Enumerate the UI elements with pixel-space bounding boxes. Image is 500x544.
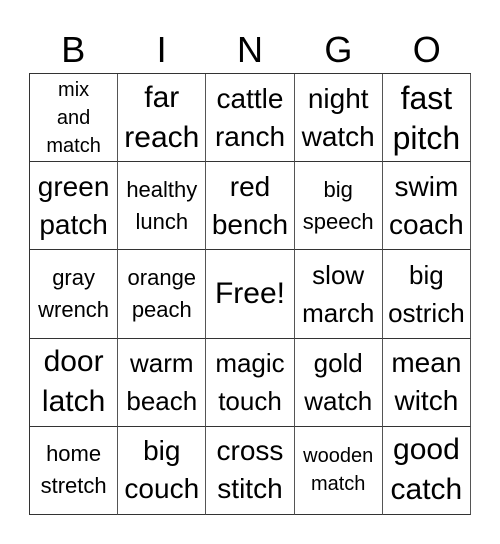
bingo-cell[interactable]: healthy lunch: [118, 162, 207, 251]
cell-text: door latch: [41, 345, 106, 419]
bingo-cell[interactable]: cross stitch: [206, 426, 295, 515]
bingo-cell[interactable]: gold watch: [294, 338, 383, 427]
bingo-cell[interactable]: big ostrich: [382, 250, 471, 339]
cell-text: green patch: [37, 170, 110, 240]
cell-text: fast pitch: [392, 79, 461, 156]
bingo-cell[interactable]: big couch: [118, 426, 207, 515]
cell-text: Free!: [214, 276, 285, 310]
cell-text: healthy lunch: [126, 176, 198, 234]
free-space-cell[interactable]: Free!: [206, 250, 295, 339]
cell-text: magic touch: [215, 348, 285, 417]
cell-text: big ostrich: [388, 259, 465, 328]
bingo-cell[interactable]: magic touch: [206, 338, 295, 427]
bingo-cell[interactable]: door latch: [30, 338, 119, 427]
bingo-cell[interactable]: slow march: [294, 250, 383, 339]
bingo-cell[interactable]: good catch: [382, 426, 471, 515]
bingo-cell[interactable]: green patch: [30, 162, 119, 251]
cell-text: night watch: [301, 82, 375, 152]
header-letter-b: B: [61, 29, 86, 70]
cell-text: swim coach: [389, 170, 464, 240]
bingo-cell[interactable]: mean witch: [382, 338, 471, 427]
bingo-cell[interactable]: far reach: [118, 74, 207, 163]
bingo-cell[interactable]: swim coach: [382, 162, 471, 251]
bingo-header: B I N G O: [29, 28, 471, 72]
bingo-cell[interactable]: red bench: [206, 162, 295, 251]
cell-text: mean witch: [391, 347, 462, 417]
cell-text: cross stitch: [216, 435, 284, 505]
cell-text: cattle ranch: [214, 82, 286, 152]
header-letter-o: O: [412, 29, 441, 70]
cell-text: warm beach: [126, 348, 198, 417]
cell-text: home stretch: [40, 441, 107, 499]
cell-text: red bench: [211, 170, 289, 240]
bingo-cell[interactable]: warm beach: [118, 338, 207, 427]
bingo-cell[interactable]: wooden match: [294, 426, 383, 515]
bingo-cell[interactable]: orange peach: [118, 250, 207, 339]
bingo-cell[interactable]: mix and match: [30, 74, 119, 163]
bingo-cell[interactable]: fast pitch: [382, 74, 471, 163]
header-letter-n: N: [236, 29, 263, 70]
bingo-cell[interactable]: cattle ranch: [206, 74, 295, 163]
bingo-cell[interactable]: night watch: [294, 74, 383, 163]
bingo-cell[interactable]: gray wrench: [30, 250, 119, 339]
bingo-cell[interactable]: home stretch: [30, 426, 119, 515]
bingo-cell[interactable]: big speech: [294, 162, 383, 251]
cell-text: good catch: [390, 433, 463, 507]
cell-text: mix and match: [46, 78, 101, 157]
header-letter-g: G: [324, 29, 353, 70]
cell-text: wooden match: [303, 445, 374, 496]
bingo-grid: mix and match far reach cattle ranch nig…: [29, 73, 471, 515]
header-letter-i: I: [156, 29, 167, 70]
cell-text: gray wrench: [38, 264, 110, 322]
cell-text: gold watch: [304, 348, 373, 417]
cell-text: big speech: [302, 176, 374, 234]
cell-text: slow march: [302, 259, 375, 328]
cell-text: orange peach: [127, 264, 197, 322]
cell-text: big couch: [124, 435, 200, 505]
cell-text: far reach: [124, 80, 200, 154]
